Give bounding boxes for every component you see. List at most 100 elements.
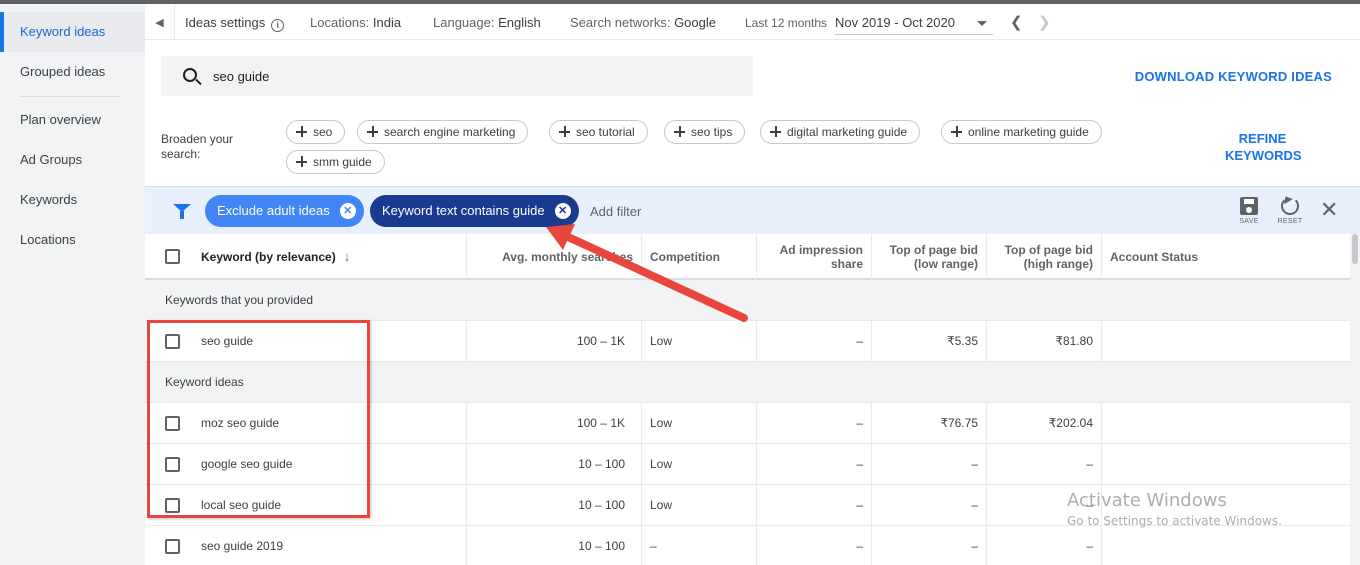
download-keyword-ideas-button[interactable]: DOWNLOAD KEYWORD IDEAS: [1135, 69, 1332, 84]
table-row[interactable]: moz seo guide 100 – 1K Low – ₹76.75 ₹202…: [145, 403, 1350, 444]
locations-setting[interactable]: Locations: India: [310, 15, 401, 30]
header-searches[interactable]: Avg. monthly searches: [467, 234, 642, 280]
chip-label: online marketing guide: [968, 125, 1089, 139]
ideas-settings-label: Ideas settings: [185, 15, 266, 30]
table-scrollbar[interactable]: [1350, 234, 1360, 565]
broaden-chip-seo-tips[interactable]: seo tips: [664, 120, 746, 144]
close-icon[interactable]: ✕: [1320, 199, 1338, 221]
close-icon[interactable]: ✕: [554, 203, 571, 219]
language-setting[interactable]: Language: English: [433, 15, 541, 30]
save-label: SAVE: [1239, 218, 1259, 225]
date-range-select[interactable]: Nov 2019 - Oct 2020: [835, 7, 993, 35]
cell-keyword: seo guide 2019: [145, 526, 467, 565]
dropdown-caret-icon: [977, 21, 987, 26]
cell-searches: 10 – 100: [467, 444, 642, 485]
broaden-chip-search-engine-marketing[interactable]: search engine marketing: [357, 120, 529, 144]
reset-button[interactable]: RESET: [1274, 195, 1306, 225]
close-icon[interactable]: ✕: [339, 203, 356, 219]
collapse-sidebar-button[interactable]: ◀: [145, 4, 175, 40]
header-searches-label: Avg. monthly searches: [502, 250, 633, 264]
broaden-chip-seo-tutorial[interactable]: seo tutorial: [549, 120, 648, 144]
cell-searches: 100 – 1K: [467, 321, 642, 362]
broaden-chip-smm-guide[interactable]: smm guide: [286, 150, 385, 174]
search-query: seo guide: [213, 69, 270, 84]
chevron-left-icon[interactable]: ❮: [1010, 13, 1023, 31]
chevron-right-icon[interactable]: ❯: [1038, 13, 1051, 31]
chip-label: digital marketing guide: [787, 125, 908, 139]
broaden-chip-seo[interactable]: seo: [286, 120, 346, 144]
ideas-settings[interactable]: Ideas settings i: [185, 15, 285, 32]
cell-searches: 100 – 1K: [467, 403, 642, 444]
sidebar-item-keywords[interactable]: Keywords: [0, 180, 145, 220]
info-icon[interactable]: i: [271, 19, 285, 32]
cell-high-bid: –: [987, 444, 1102, 485]
sidebar-item-keyword-ideas[interactable]: Keyword ideas: [0, 12, 145, 52]
header-impression-line2: share: [830, 257, 863, 271]
cell-impression: –: [757, 321, 872, 362]
networks-label: Search networks:: [570, 15, 671, 30]
table-row[interactable]: seo guide 2019 10 – 100 – – – –: [145, 526, 1350, 565]
sidebar-item-plan-overview[interactable]: Plan overview: [0, 100, 145, 140]
search-networks-setting[interactable]: Search networks: Google: [570, 15, 716, 30]
plus-icon: [559, 126, 570, 137]
plus-icon: [951, 126, 962, 137]
header-competition[interactable]: Competition: [642, 234, 757, 280]
keyword-text: local seo guide: [201, 498, 282, 512]
sidebar-item-ad-groups[interactable]: Ad Groups: [0, 140, 145, 180]
sidebar-item-grouped-ideas[interactable]: Grouped ideas: [0, 52, 145, 92]
broaden-label: Broaden your search:: [161, 132, 234, 161]
header-low-bid-line2: (low range): [913, 257, 978, 271]
broaden-chip-digital-marketing-guide[interactable]: digital marketing guide: [760, 120, 921, 144]
arrow-down-icon: ↓: [343, 249, 351, 264]
header-keyword[interactable]: Keyword (by relevance) ↓: [145, 234, 467, 280]
cell-low-bid: ₹76.75: [872, 403, 987, 444]
locations-label: Locations:: [310, 15, 370, 30]
networks-value: Google: [674, 15, 716, 30]
main-panel: ◀ Ideas settings i Locations: India Langu…: [145, 4, 1360, 565]
cell-low-bid: –: [872, 444, 987, 485]
header-low-bid[interactable]: Top of page bid (low range): [872, 234, 987, 280]
sidebar-item-locations[interactable]: Locations: [0, 220, 145, 260]
cell-competition: Low: [642, 485, 757, 526]
refine-keywords-button[interactable]: REFINE KEYWORDS: [1225, 130, 1302, 164]
plus-icon: [296, 156, 307, 167]
cell-low-bid: –: [872, 485, 987, 526]
table-row[interactable]: seo guide 100 – 1K Low – ₹5.35 ₹81.80: [145, 321, 1350, 362]
cell-low-bid: ₹5.35: [872, 321, 987, 362]
header-high-bid-line1: Top of page bid: [1004, 243, 1093, 257]
scrollbar-thumb[interactable]: [1352, 234, 1358, 264]
select-all-checkbox[interactable]: [165, 249, 180, 264]
header-account-status-label: Account Status: [1110, 250, 1199, 264]
chevron-left-icon: ◀: [155, 16, 164, 29]
table-header: Keyword (by relevance) ↓ Avg. monthly se…: [145, 234, 1350, 280]
add-filter-button[interactable]: Add filter: [590, 204, 641, 219]
cell-high-bid: ₹81.80: [987, 321, 1102, 362]
keyword-text: seo guide: [201, 334, 254, 348]
header-low-bid-line1: Top of page bid: [889, 243, 978, 257]
save-button[interactable]: SAVE: [1233, 195, 1265, 225]
broaden-chip-online-marketing-guide[interactable]: online marketing guide: [941, 120, 1102, 144]
chip-label: seo: [313, 125, 333, 139]
table-row[interactable]: google seo guide 10 – 100 Low – – –: [145, 444, 1350, 485]
reset-label: RESET: [1277, 218, 1303, 225]
settings-bar: ◀ Ideas settings i Locations: India Langu…: [145, 4, 1360, 40]
plus-icon: [674, 126, 685, 137]
filter-bar: Exclude adult ideas ✕ Keyword text conta…: [145, 186, 1360, 234]
header-high-bid[interactable]: Top of page bid (high range): [987, 234, 1102, 280]
filter-chip-exclude-adult[interactable]: Exclude adult ideas ✕: [205, 195, 364, 227]
filter-chip-keyword-contains-guide[interactable]: Keyword text contains guide ✕: [370, 195, 579, 227]
save-icon: [1240, 197, 1258, 215]
chip-label: seo tips: [691, 125, 733, 139]
filter-icon[interactable]: [173, 204, 191, 219]
cell-high-bid: ₹202.04: [987, 403, 1102, 444]
cell-impression: –: [757, 403, 872, 444]
header-impression-share[interactable]: Ad impression share: [757, 234, 872, 280]
header-account-status[interactable]: Account Status: [1102, 234, 1350, 280]
keyword-search-input[interactable]: seo guide: [161, 56, 753, 96]
cell-impression: –: [757, 444, 872, 485]
cell-low-bid: –: [872, 526, 987, 565]
cell-searches: 10 – 100: [467, 526, 642, 565]
cell-keyword: seo guide: [145, 321, 467, 362]
cell-competition: –: [642, 526, 757, 565]
filter-chip-label: Exclude adult ideas: [217, 203, 330, 218]
